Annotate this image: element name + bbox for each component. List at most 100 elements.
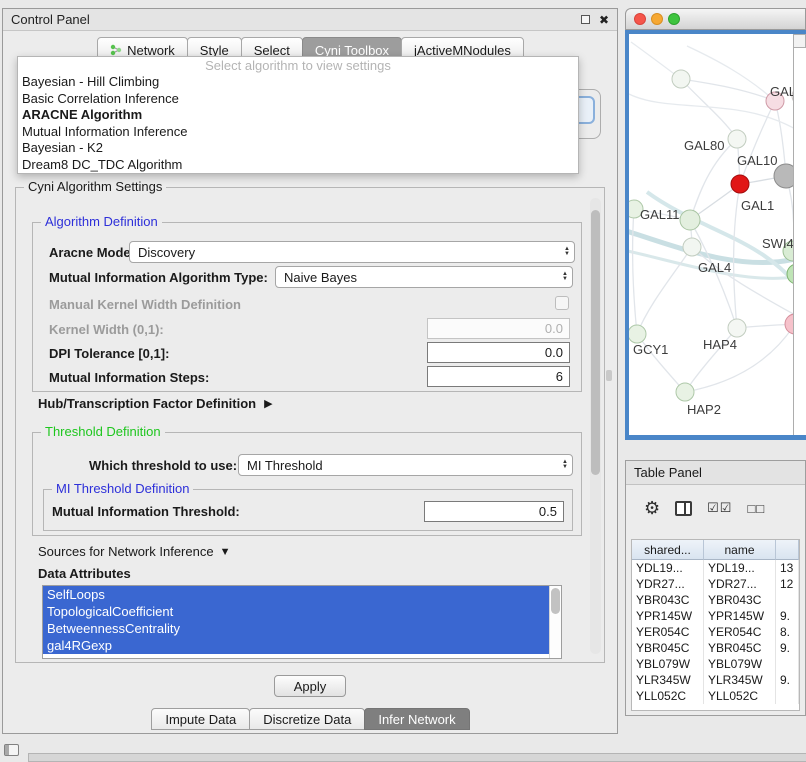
algorithm-option[interactable]: Bayesian - Hill Climbing [18,74,578,91]
mi-algorithm-type-label: Mutual Information Algorithm Type: [49,270,268,285]
table-header-row: shared...name [632,540,799,560]
mi-steps-label: Mutual Information Steps: [49,370,209,385]
table-toolbar: ⚙ ☑☑ □□ [626,485,805,531]
node-label: HAP2 [687,402,721,417]
gear-icon[interactable]: ⚙ [644,498,660,519]
algorithm-option[interactable]: Bayesian - K2 [18,140,578,157]
table-row[interactable]: YLL052CYLL052C [632,688,799,704]
table-cell: YDR27... [632,576,704,592]
table-row[interactable]: YDR27...YDR27...12 [632,576,799,592]
algorithm-option[interactable]: Mutual Information Inference [18,124,578,141]
apply-button[interactable]: Apply [274,675,346,697]
kernel-width-label: Kernel Width (0,1): [49,322,164,337]
table-cell: YDL19... [704,560,776,576]
table-cell: 9. [776,640,799,656]
node-label: HAP4 [703,337,737,352]
hub-section-toggle[interactable]: Hub/Transcription Factor Definition ▶ [38,396,273,411]
table-cell: 8. [776,624,799,640]
close-traffic-light-icon[interactable] [634,13,646,25]
tab-impute-data[interactable]: Impute Data [151,708,250,730]
network-view-window: GAL8GAL80GAL10GAL11GAL1SWI4GAL4GCY1HAP4H… [625,8,806,440]
attribute-item[interactable]: gal4RGexp [43,637,549,654]
attributes-scrollbar[interactable] [549,586,561,658]
node-label: GAL4 [698,260,731,275]
horizontal-scrollbar[interactable] [28,753,806,762]
desktop: Control Panel ✖ Network Style Select Cyn… [0,0,806,762]
table-cell [776,592,799,608]
column-browser-icon[interactable] [675,501,692,516]
expand-arrow-icon[interactable]: ▶ [264,397,272,410]
node-label: GAL80 [684,138,724,153]
attributes-scrollbar-thumb[interactable] [551,588,560,614]
algorithm-option[interactable]: ARACNE Algorithm [18,107,578,124]
table-cell: 9. [776,672,799,688]
attribute-item[interactable]: BetweennessCentrality [43,620,549,637]
tab-discretize-data[interactable]: Discretize Data [249,708,365,730]
attribute-item[interactable]: TopologicalCoefficient [43,603,549,620]
algorithm-dropdown-popup: Select algorithm to view settings Bayesi… [17,56,579,174]
node-label: GAL10 [737,153,777,168]
kernel-width-input: 0.0 [427,318,570,339]
mi-steps-input[interactable]: 6 [427,366,570,387]
tab-infer-network[interactable]: Infer Network [364,708,469,730]
network-graph: GAL8GAL80GAL10GAL11GAL1SWI4GAL4GCY1HAP4H… [629,34,793,435]
network-node[interactable] [680,210,700,230]
collapse-arrow-icon[interactable]: ▼ [220,546,231,558]
network-edge [633,209,637,334]
select-all-icon[interactable]: ☑☑ [707,500,732,516]
attribute-item[interactable]: SelfLoops [43,586,549,603]
close-icon[interactable]: ✖ [599,14,609,26]
aracne-mode-select[interactable]: Discovery ▲▼ [129,241,575,263]
table-row[interactable]: YBR045CYBR045C9. [632,640,799,656]
column-header[interactable]: shared... [632,540,704,560]
which-threshold-select[interactable]: MI Threshold ▲▼ [238,454,573,476]
table-cell: YDR27... [704,576,776,592]
table-row[interactable]: YDL19...YDL19...13 [632,560,799,576]
which-threshold-value: MI Threshold [247,458,323,473]
network-window-body: GAL8GAL80GAL10GAL11GAL1SWI4GAL4GCY1HAP4H… [625,30,806,440]
minimized-panel-icon[interactable] [4,744,19,756]
zoom-traffic-light-icon[interactable] [668,13,680,25]
sources-section-toggle[interactable]: Sources for Network Inference ▼ [38,544,230,559]
settings-scrollbar-thumb[interactable] [591,210,600,475]
settings-scrollbar[interactable] [590,198,601,654]
combo-arrows-icon: ▲▼ [564,247,570,257]
table-row[interactable]: YLR345WYLR345W9. [632,672,799,688]
node-table: shared...name YDL19...YDL19...13YDR27...… [631,539,800,711]
network-vertical-scrollbar[interactable] [793,34,806,435]
deselect-all-icon[interactable]: □□ [747,501,765,516]
panel-resize-grip[interactable] [606,370,612,381]
network-node[interactable] [676,383,694,401]
network-canvas[interactable]: GAL8GAL80GAL10GAL11GAL1SWI4GAL4GCY1HAP4H… [629,34,793,435]
network-edge [734,184,740,328]
network-node[interactable] [629,325,646,343]
manual-kernel-width-checkbox[interactable] [555,296,569,310]
mi-threshold-input[interactable]: 0.5 [424,501,564,522]
minimize-traffic-light-icon[interactable] [651,13,663,25]
algorithm-list: Bayesian - Hill ClimbingBasic Correlatio… [18,74,578,174]
algorithm-option[interactable]: Dream8 DC_TDC Algorithm [18,157,578,174]
table-panel-titlebar: Table Panel [626,461,805,485]
network-node[interactable] [672,70,690,88]
node-label: GAL8 [770,84,793,99]
float-window-icon[interactable] [581,15,590,24]
network-scrollbar-button[interactable] [793,34,806,48]
mi-algorithm-type-select[interactable]: Naive Bayes ▲▼ [275,266,573,288]
aracne-mode-value: Discovery [138,245,195,260]
table-row[interactable]: YER054CYER054C8. [632,624,799,640]
network-node[interactable] [728,319,746,337]
dpi-tolerance-input[interactable]: 0.0 [427,342,570,363]
column-header[interactable]: name [704,540,776,560]
network-node[interactable] [785,314,793,334]
column-header[interactable] [776,540,799,560]
table-row[interactable]: YPR145WYPR145W9. [632,608,799,624]
table-cell: YBL079W [704,656,776,672]
table-cell: 13 [776,560,799,576]
table-row[interactable]: YBR043CYBR043C [632,592,799,608]
table-cell: YPR145W [704,608,776,624]
network-node[interactable] [728,130,746,148]
network-node[interactable] [731,175,749,193]
network-node[interactable] [683,238,701,256]
algorithm-option[interactable]: Basic Correlation Inference [18,91,578,108]
table-row[interactable]: YBL079WYBL079W [632,656,799,672]
